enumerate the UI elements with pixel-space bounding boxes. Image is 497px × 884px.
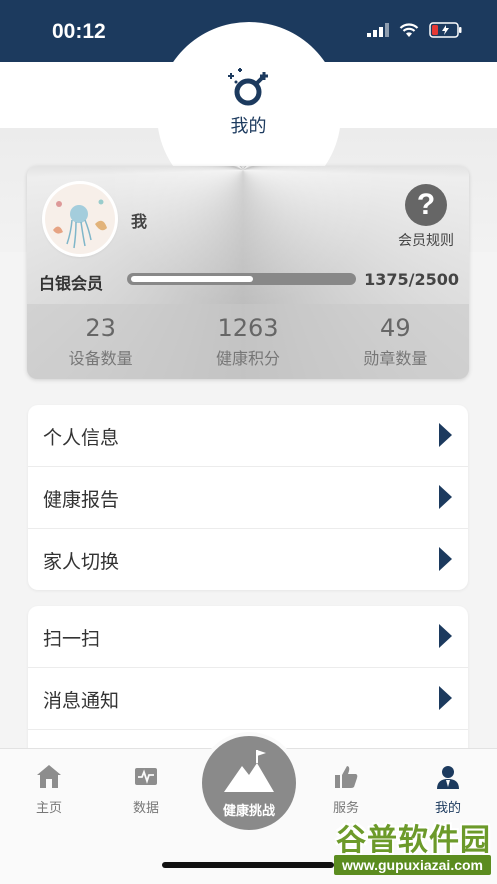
- status-time: 00:12: [52, 20, 106, 43]
- tab-label: 主页: [35, 801, 62, 816]
- tab-label: 我的: [434, 801, 461, 816]
- watermark: 谷普软件园 www.gupuxiazai.com: [270, 815, 497, 883]
- tab-data[interactable]: 数据: [116, 763, 176, 816]
- menu-item-health-report[interactable]: 健康报告: [28, 467, 468, 529]
- stat-value: 23: [85, 314, 116, 342]
- stat-label: 勋章数量: [363, 349, 428, 368]
- tab-label: 数据: [132, 801, 159, 816]
- level-progress-fill: [131, 276, 253, 282]
- home-indicator[interactable]: [162, 862, 334, 868]
- status-icons: [367, 22, 463, 38]
- avatar-jellyfish-image: [45, 184, 115, 254]
- menu-item-family-switch[interactable]: 家人切换: [28, 529, 468, 590]
- page-title: 我的: [230, 116, 267, 137]
- menu-group-profile: 个人信息 健康报告 家人切换: [28, 405, 468, 590]
- menu-item-label: 个人信息: [43, 427, 120, 449]
- avatar[interactable]: [45, 184, 115, 254]
- data-chart-icon: [135, 768, 157, 785]
- gender-symbol-logo-icon: [228, 68, 268, 106]
- menu-item-scan[interactable]: 扫一扫: [28, 606, 468, 668]
- chevron-right-icon: [439, 686, 452, 710]
- signal-icon: [367, 23, 389, 37]
- battery-low-icon: [429, 22, 462, 38]
- member-rules-label: 会员规则: [398, 233, 454, 249]
- menu-item-personal-info[interactable]: 个人信息: [28, 405, 468, 467]
- stat-value: 49: [380, 314, 411, 342]
- menu-item-notifications[interactable]: 消息通知: [28, 668, 468, 730]
- level-progress-text: 1375/2500: [364, 270, 459, 289]
- menu-item-label: 家人切换: [43, 551, 120, 573]
- menu-item-label: 扫一扫: [43, 628, 101, 650]
- tab-label: 服务: [332, 801, 359, 816]
- username: 我: [131, 212, 148, 231]
- chevron-right-icon: [439, 547, 452, 571]
- thumbs-up-icon: [335, 766, 358, 788]
- question-mark-icon: ?: [405, 184, 447, 226]
- member-card: 我 ? 会员规则 白银会员 1375/2500 23 设备数量 1263 健康积…: [27, 166, 469, 379]
- member-level-name: 白银会员: [39, 274, 104, 293]
- level-progress-bar: [127, 273, 356, 285]
- home-icon: [37, 765, 61, 788]
- tab-home[interactable]: 主页: [19, 763, 79, 816]
- chevron-right-icon: [439, 624, 452, 648]
- menu-item-label: 消息通知: [43, 690, 120, 712]
- member-rules-button[interactable]: ? 会员规则: [393, 184, 459, 250]
- chevron-right-icon: [439, 485, 452, 509]
- stats-row: 23 设备数量 1263 健康积分 49 勋章数量: [27, 304, 469, 379]
- stat-value: 1263: [217, 314, 279, 342]
- chevron-right-icon: [439, 423, 452, 447]
- tab-mine[interactable]: 我的: [418, 763, 478, 816]
- wifi-icon: [399, 22, 419, 37]
- menu-item-label: 健康报告: [43, 489, 120, 511]
- user-icon: [437, 766, 459, 789]
- stat-health-points[interactable]: 1263 健康积分: [174, 304, 321, 379]
- stat-label: 健康积分: [215, 349, 280, 368]
- stat-medals[interactable]: 49 勋章数量: [322, 304, 469, 379]
- watermark-url: www.gupuxiazai.com: [333, 855, 491, 875]
- watermark-title: 谷普软件园: [336, 823, 491, 858]
- mountain-flag-icon: [224, 750, 274, 792]
- stat-label: 设备数量: [68, 349, 133, 368]
- stat-devices[interactable]: 23 设备数量: [27, 304, 174, 379]
- tab-service[interactable]: 服务: [316, 763, 376, 816]
